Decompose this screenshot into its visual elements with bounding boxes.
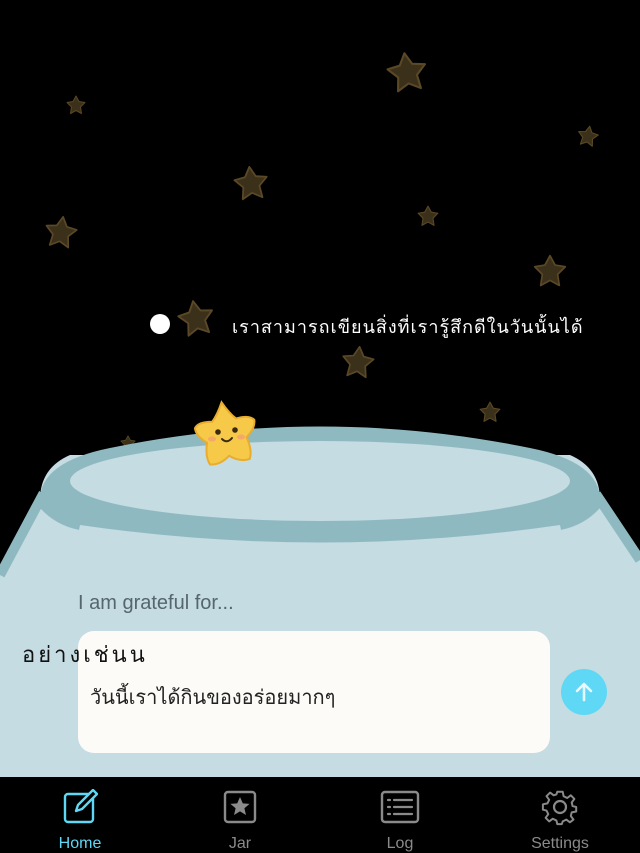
smiling-star-mascot-icon (193, 400, 256, 466)
gratitude-entry-field[interactable]: วันนี้เราได้กินของอร่อยมากๆ (78, 631, 550, 753)
star-square-icon (223, 790, 257, 824)
list-icon (380, 790, 420, 824)
tab-settings[interactable]: Settings (480, 777, 640, 853)
background-star-icon (340, 344, 376, 379)
annotation-example-caption: อย่างเช่นน (22, 643, 148, 668)
tab-log-label: Log (386, 835, 414, 852)
entry-text: วันนี้เราได้กินของอร่อยมากๆ (90, 685, 336, 709)
gear-icon (541, 790, 578, 826)
annotation-caption: เราสามารถเขียนสิ่งที่เรารู้สึกดีในวันนั้… (232, 317, 584, 338)
background-star-icon (66, 95, 86, 114)
tab-home[interactable]: Home (0, 777, 160, 853)
arrow-up-icon (575, 682, 593, 702)
submit-button[interactable] (561, 669, 607, 715)
tab-jar-label: Jar (228, 835, 252, 852)
tab-bar: Home Jar Log Settings (0, 777, 640, 853)
tab-settings-label: Settings (531, 835, 589, 852)
background-star-icon (479, 401, 501, 422)
background-star-icon (42, 213, 80, 250)
background-star-icon (232, 164, 270, 201)
tab-log[interactable]: Log (320, 777, 480, 853)
background-star-icon (417, 205, 439, 226)
tab-jar[interactable]: Jar (160, 777, 320, 853)
background-star-icon (175, 297, 217, 338)
tab-home-label: Home (58, 835, 102, 852)
background-star-icon (384, 49, 430, 94)
annotation-dot (150, 314, 170, 334)
background-star-icon (533, 254, 567, 287)
compose-icon (63, 789, 98, 824)
background-star-icon (576, 123, 601, 148)
entry-prompt-label: I am grateful for... (78, 592, 234, 614)
